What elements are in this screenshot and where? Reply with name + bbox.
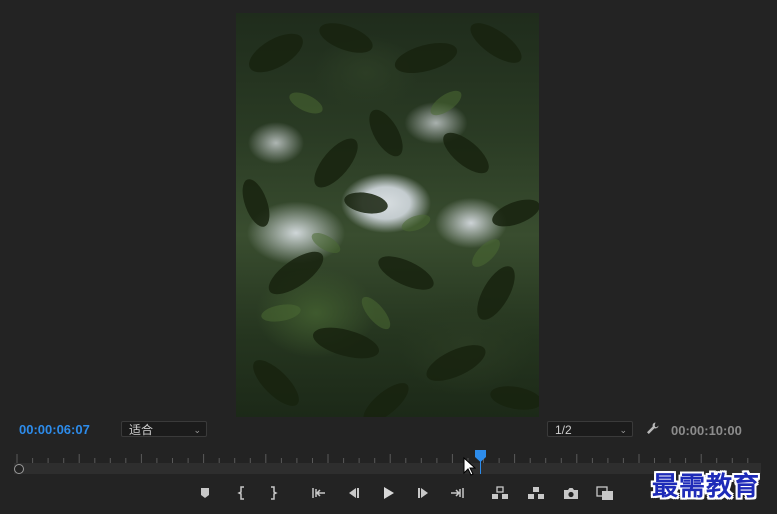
playback-resolution-value: 1/2 xyxy=(555,423,572,437)
chevron-down-icon: ⌄ xyxy=(193,425,201,435)
zoom-level-select[interactable]: 适合 ⌄ xyxy=(121,421,207,437)
step-back-button[interactable] xyxy=(343,484,363,502)
chevron-down-icon: ⌄ xyxy=(619,425,627,435)
mark-out-button[interactable] xyxy=(263,484,283,502)
current-timecode[interactable]: 00:00:06:07 xyxy=(19,422,90,437)
play-icon xyxy=(384,487,394,499)
settings-wrench-icon[interactable] xyxy=(645,421,660,436)
lift-button[interactable] xyxy=(490,484,510,502)
export-frame-button[interactable] xyxy=(561,484,581,502)
duration-timecode: 00:00:10:00 xyxy=(671,423,742,438)
playback-resolution-select[interactable]: 1/2 ⌄ xyxy=(547,421,633,437)
go-to-in-button[interactable] xyxy=(309,484,329,502)
add-marker-button[interactable] xyxy=(195,484,215,502)
go-to-out-button[interactable] xyxy=(447,484,467,502)
comparison-icon xyxy=(596,485,613,500)
mark-in-button[interactable] xyxy=(232,484,252,502)
camera-icon xyxy=(564,487,578,499)
zoom-level-value: 适合 xyxy=(129,423,154,437)
comparison-view-button[interactable] xyxy=(595,484,615,502)
mouse-cursor-icon xyxy=(463,457,476,476)
play-button[interactable] xyxy=(378,484,398,502)
watermark-logo: 最需教育 xyxy=(652,472,761,502)
mark-in-icon xyxy=(237,486,244,500)
extract-button[interactable] xyxy=(526,484,546,502)
step-forward-icon xyxy=(418,488,428,498)
extract-icon xyxy=(528,487,544,499)
go-to-in-icon xyxy=(312,488,325,498)
step-back-icon xyxy=(349,488,359,498)
leaf-canopy-image xyxy=(242,23,539,417)
playhead-line xyxy=(480,461,481,474)
go-to-out-icon xyxy=(451,488,464,498)
scrub-bar[interactable] xyxy=(14,463,761,474)
marker-icon xyxy=(201,488,209,498)
lift-icon xyxy=(492,486,508,499)
mark-out-icon xyxy=(271,486,278,500)
video-preview xyxy=(236,13,539,417)
zoom-scroll-handle[interactable] xyxy=(14,464,24,474)
step-forward-button[interactable] xyxy=(414,484,434,502)
